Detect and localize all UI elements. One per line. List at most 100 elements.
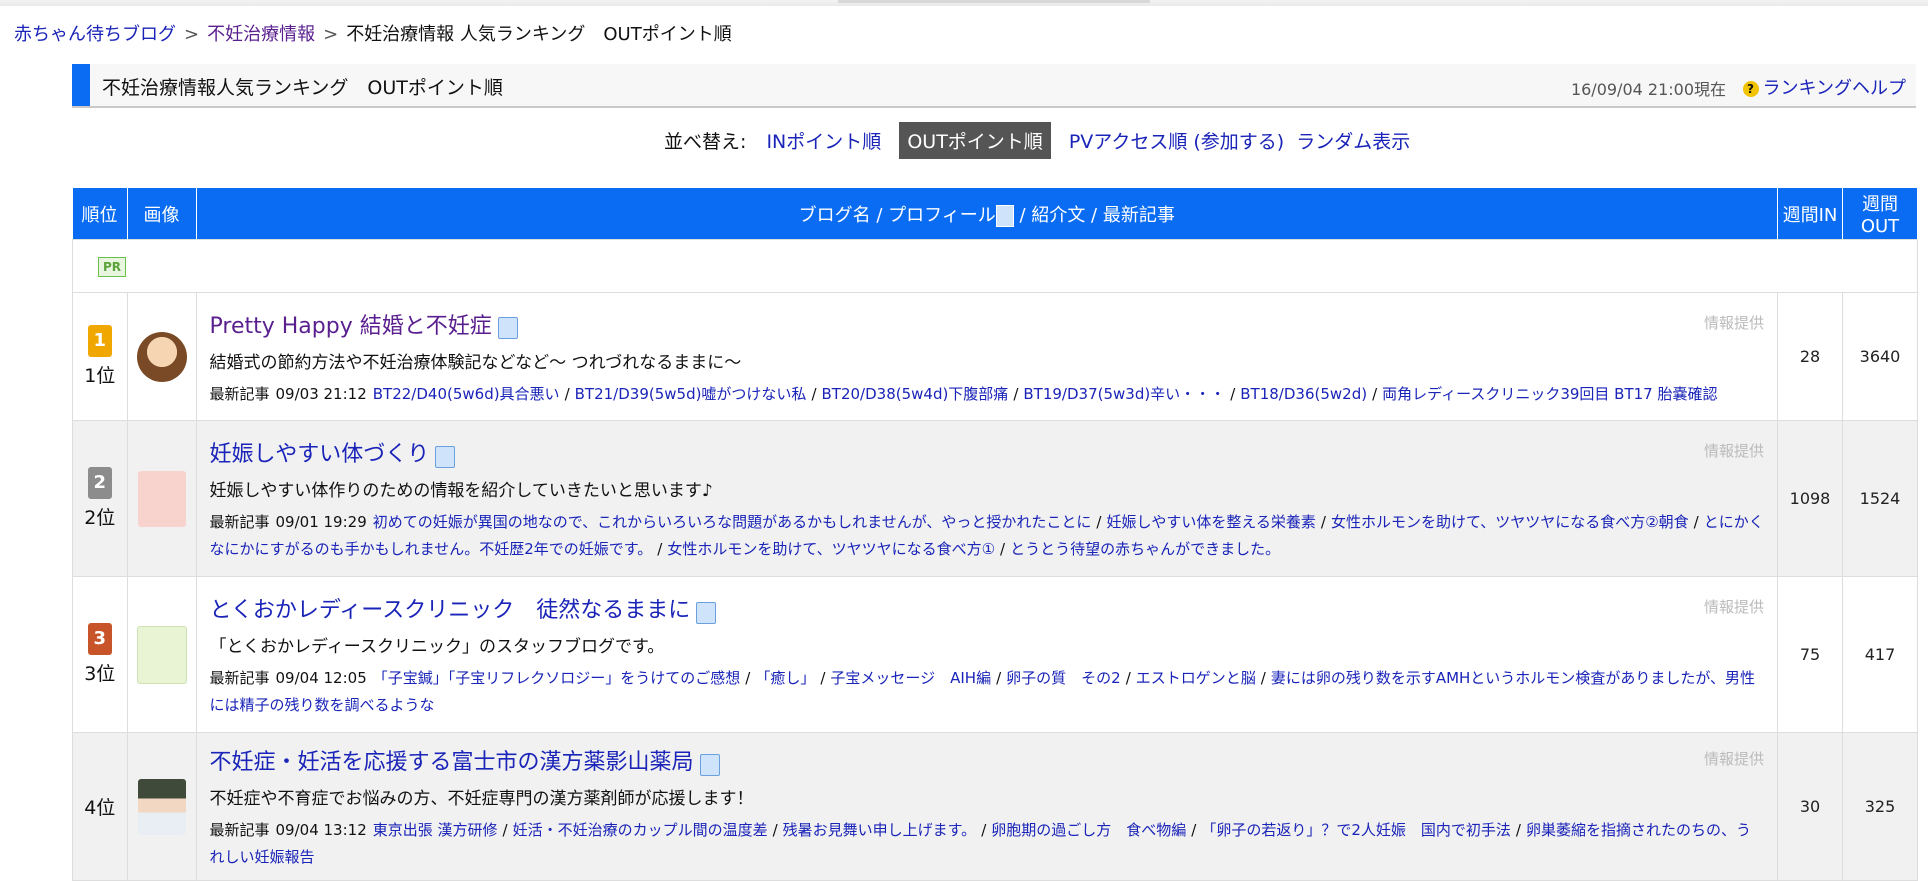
recent-label: 最新記事: [209, 821, 270, 839]
article-link[interactable]: 「子宝鍼」「子宝リフレクソロジー」をうけてのご感想: [373, 669, 741, 687]
image-cell: [126, 576, 197, 733]
article-link[interactable]: 女性ホルモンを助けて、ツヤツヤになる食べ方①: [667, 540, 995, 558]
blog-info-cell: 情報提供 妊娠しやすい体づくり 妊娠しやすい体作りのための情報を紹介していきたい…: [195, 420, 1778, 577]
breadcrumb-home-link[interactable]: 赤ちゃん待ちブログ: [14, 24, 176, 45]
article-link[interactable]: エストロゲンと脳: [1136, 669, 1256, 687]
header-blog-prefix: ブログ名 / プロフィール: [798, 204, 996, 226]
image-cell: [126, 420, 197, 577]
join-link[interactable]: (参加する): [1193, 131, 1284, 153]
sort-out-points-active: OUTポイント順: [899, 122, 1051, 159]
recent-date: 09/04 13:12: [275, 821, 367, 839]
sort-in-points-link[interactable]: INポイント順: [766, 131, 881, 153]
ranking-help-label[interactable]: ランキングヘルプ: [1763, 78, 1906, 99]
bronze-crown-icon: 3: [87, 623, 112, 655]
article-link[interactable]: 卵子の質 その2: [1006, 669, 1121, 687]
image-cell: [126, 732, 197, 881]
sort-label: 並べ替え:: [664, 131, 747, 153]
random-display-link[interactable]: ランダム表示: [1296, 131, 1410, 153]
article-link[interactable]: 「癒し」: [755, 669, 815, 687]
recent-label: 最新記事: [209, 513, 270, 531]
rank-label: 3位: [84, 663, 116, 685]
blog-info-cell: 情報提供 とくおかレディースクリニック 徒然なるままに 「とくおかレディースクリ…: [195, 576, 1778, 733]
gold-crown-icon: 1: [87, 325, 112, 357]
weekly-in-value: 1098: [1777, 420, 1843, 577]
article-link[interactable]: 妊活・不妊治療のカップル間の温度差: [513, 821, 768, 839]
pr-row: PR: [72, 239, 1918, 293]
breadcrumb-current: 不妊治療情報 人気ランキング OUTポイント順: [346, 24, 732, 45]
blog-title-link[interactable]: 妊娠しやすい体づくり: [210, 442, 430, 467]
breadcrumb-separator: >: [184, 24, 200, 45]
rank-cell: 1 1位: [72, 292, 128, 421]
sort-pv-access-link[interactable]: PVアクセス順: [1069, 131, 1188, 153]
header-weekly-out: 週間OUT: [1842, 188, 1918, 240]
article-link[interactable]: とうとう待望の赤ちゃんができました。: [1010, 540, 1280, 558]
updated-timestamp: 16/09/04 21:00現在: [1570, 80, 1726, 99]
rank-label: 2位: [84, 507, 116, 529]
blog-intro: 妊娠しやすい体作りのための情報を紹介していきたいと思います♪: [209, 481, 713, 501]
provider-label: 情報提供: [1703, 442, 1764, 460]
recent-date: 09/01 19:29: [275, 513, 367, 531]
blog-thumbnail[interactable]: [136, 625, 187, 684]
sort-options: 並べ替え: INポイント順 OUTポイント順 PVアクセス順 (参加する) ランダ…: [664, 122, 1416, 159]
article-link[interactable]: 「卵子の若返り」？で2人妊娠 国内で初手法: [1201, 821, 1511, 839]
weekly-out-value: 3640: [1842, 292, 1918, 421]
rank-label: 1位: [84, 365, 116, 387]
table-row: 4位 情報提供 不妊症・妊活を応援する富士市の漢方薬影山薬局 不妊症や不育症でお…: [72, 732, 1918, 881]
recent-label: 最新記事: [209, 669, 270, 687]
browser-top-strip: [0, 0, 1928, 6]
profile-icon[interactable]: [699, 753, 720, 776]
image-cell: [126, 292, 197, 421]
blog-title-link[interactable]: 不妊症・妊活を応援する富士市の漢方薬影山薬局: [210, 750, 694, 775]
header-weekly-in: 週間IN: [1777, 188, 1843, 240]
provider-label: 情報提供: [1703, 313, 1764, 332]
article-link[interactable]: 初めての妊娠が異国の地なので、これからいろいろな問題があるかもしれませんが、やっ…: [373, 513, 1092, 531]
profile-icon: [995, 204, 1014, 227]
help-icon: ?: [1742, 81, 1759, 97]
blog-avatar[interactable]: [136, 331, 187, 382]
blog-info-cell: 情報提供 不妊症・妊活を応援する富士市の漢方薬影山薬局 不妊症や不育症でお悩みの…: [195, 732, 1778, 881]
rank-label: 4位: [84, 797, 116, 819]
weekly-out-value: 325: [1842, 732, 1918, 881]
blog-intro: 「とくおかレディースクリニック」のスタッフブログです。: [209, 637, 665, 657]
blog-intro: 結婚式の節約方法や不妊治療体験記などなど〜 つれづれなるままに〜: [209, 352, 742, 373]
rank-cell: 2 2位: [72, 420, 128, 577]
blog-thumbnail[interactable]: [137, 778, 186, 835]
article-link[interactable]: 女性ホルモンを助けて、ツヤツヤになる食べ方②朝食: [1331, 513, 1689, 531]
profile-icon[interactable]: [497, 317, 518, 339]
blog-thumbnail[interactable]: [137, 470, 186, 527]
blog-info-cell: 情報提供 Pretty Happy 結婚と不妊症 結婚式の節約方法や不妊治療体験…: [195, 292, 1778, 421]
weekly-in-value: 75: [1777, 576, 1843, 733]
article-link[interactable]: 両角レディースクリニック39回目 BT17 胎嚢確認: [1382, 385, 1717, 403]
breadcrumb: 赤ちゃん待ちブログ > 不妊治療情報 > 不妊治療情報 人気ランキング OUTポイント順: [14, 20, 732, 46]
recent-articles: 最新記事 09/03 21:12 BT22/D40(5w6d)具合悪い / BT21/D…: [209, 384, 1718, 403]
weekly-in-value: 30: [1777, 732, 1843, 881]
article-link[interactable]: 卵胞期の過ごし方 食べ物編: [991, 821, 1186, 839]
article-link[interactable]: BT20/D38(5w4d)下腹部痛: [822, 385, 1009, 403]
table-row: 1 1位 情報提供 Pretty Happy 結婚と不妊症 結婚式の節約方法や不…: [72, 292, 1918, 421]
blog-title-link[interactable]: とくおかレディースクリニック 徒然なるままに: [210, 598, 691, 623]
table-row: 3 3位 情報提供 とくおかレディースクリニック 徒然なるままに 「とくおかレデ…: [72, 576, 1918, 733]
profile-icon[interactable]: [435, 445, 456, 468]
article-link[interactable]: BT18/D36(5w2d): [1240, 385, 1367, 403]
recent-label: 最新記事: [209, 384, 270, 403]
scroll-knob[interactable]: [838, 0, 1150, 3]
title-accent-bar: [72, 64, 90, 106]
article-link[interactable]: 子宝メッセージ AIH編: [830, 669, 991, 687]
breadcrumb-separator: >: [323, 24, 339, 45]
article-link[interactable]: 東京出張 漢方研修: [373, 821, 498, 839]
ranking-help-link[interactable]: ? ランキングヘルプ: [1742, 74, 1906, 100]
provider-label: 情報提供: [1703, 750, 1764, 768]
ranking-title-bar: 不妊治療情報人気ランキング OUTポイント順 16/09/04 21:00現在 …: [72, 64, 1916, 108]
blog-title-link[interactable]: Pretty Happy 結婚と不妊症: [210, 314, 492, 339]
article-link[interactable]: 妊娠しやすい体を整える栄養素: [1106, 513, 1315, 531]
article-link[interactable]: BT21/D39(5w5d)嘘がつけない私: [575, 385, 807, 403]
ranking-table: 順位 画像 ブログ名 / プロフィール / 紹介文 / 最新記事 週間IN 週間…: [72, 188, 1918, 881]
article-link[interactable]: BT19/D37(5w3d)辛い・・・: [1023, 385, 1225, 403]
profile-icon[interactable]: [696, 601, 717, 624]
article-link[interactable]: 残暑お見舞い申し上げます。: [783, 821, 977, 839]
article-link[interactable]: BT22/D40(5w6d)具合悪い: [373, 385, 560, 403]
rank-cell: 3 3位: [72, 576, 128, 733]
breadcrumb-category-link[interactable]: 不妊治療情報: [207, 24, 315, 45]
weekly-out-value: 1524: [1842, 420, 1918, 577]
provider-label: 情報提供: [1703, 598, 1764, 616]
